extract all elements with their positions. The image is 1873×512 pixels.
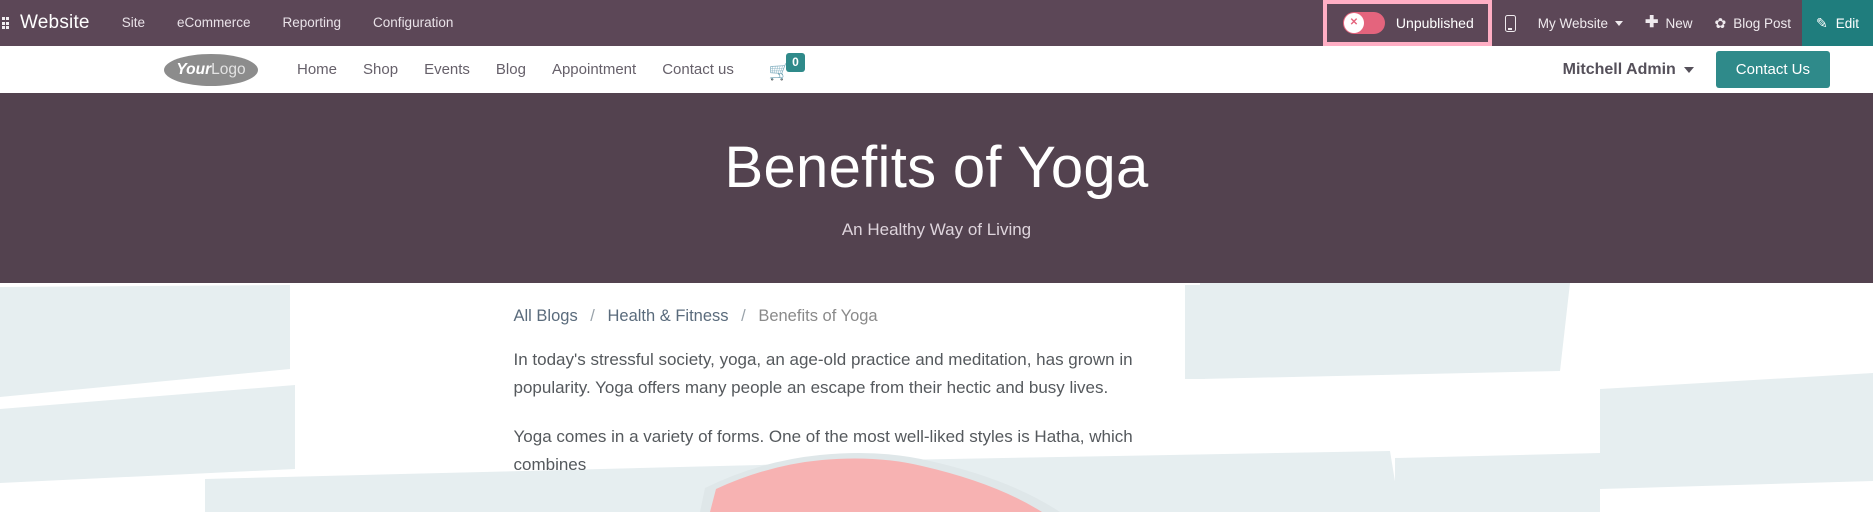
apps-grid-icon[interactable] (0, 0, 14, 46)
edit-button-label: Edit (1835, 15, 1859, 31)
logo-text-light: Logo (211, 60, 246, 78)
cart-count-badge: 0 (786, 53, 805, 73)
mobile-glyph (1504, 14, 1516, 32)
blog-post-label: Blog Post (1733, 15, 1791, 31)
blog-content-inner: All Blogs / Health & Fitness / Benefits … (502, 283, 1372, 478)
breadcrumb-separator: / (741, 307, 746, 325)
gear-icon: ✿ (1714, 15, 1727, 31)
blog-content-area: All Blogs / Health & Fitness / Benefits … (0, 283, 1873, 512)
menu-item-site[interactable]: Site (106, 0, 161, 46)
website-header-right: Mitchell Admin Contact Us (1563, 51, 1873, 88)
nav-item-home[interactable]: Home (284, 61, 350, 78)
website-header: YourLogo Home Shop Events Blog Appointme… (0, 46, 1873, 93)
mobile-phone-icon[interactable] (1494, 0, 1527, 46)
logo-text-bold: Your (176, 60, 212, 78)
new-button[interactable]: ✚ New (1634, 0, 1703, 46)
user-name-label: Mitchell Admin (1562, 60, 1676, 78)
backend-top-bar-right: Unpublished My Website ✚ New ✿ Blog Post… (1322, 0, 1873, 46)
menu-item-ecommerce[interactable]: eCommerce (161, 0, 267, 46)
user-menu[interactable]: Mitchell Admin (1563, 61, 1694, 79)
publish-state-label: Unpublished (1395, 15, 1474, 31)
breadcrumb-item-health-fitness[interactable]: Health & Fitness (607, 307, 728, 325)
breadcrumb-separator: / (590, 307, 595, 325)
plus-icon: ✚ (1645, 14, 1659, 31)
new-button-label: New (1665, 15, 1693, 31)
odoo-top-bar: Website Site eCommerce Reporting Configu… (0, 0, 1873, 46)
breadcrumb: All Blogs / Health & Fitness / Benefits … (514, 283, 1372, 326)
website-selector-label: My Website (1537, 15, 1609, 31)
publish-toggle[interactable]: Unpublished (1322, 0, 1492, 46)
chevron-down-icon (1615, 20, 1624, 26)
page-title: Benefits of Yoga (724, 135, 1149, 201)
page-subtitle: An Healthy Way of Living (841, 219, 1032, 239)
blog-paragraph-2: Yoga comes in a variety of forms. One of… (513, 427, 1133, 474)
hero-banner: Benefits of Yoga An Healthy Way of Livin… (0, 93, 1873, 283)
nav-item-appointment[interactable]: Appointment (539, 61, 649, 78)
menu-item-configuration[interactable]: Configuration (357, 0, 469, 46)
close-circle-icon[interactable] (1342, 12, 1385, 34)
breadcrumb-item-current: Benefits of Yoga (758, 307, 878, 325)
blog-paragraph-1: In today's stressful society, yoga, an a… (513, 350, 1133, 397)
edit-button[interactable]: ✎ Edit (1802, 0, 1873, 46)
nav-item-contact-us[interactable]: Contact us (649, 61, 747, 78)
menu-item-reporting[interactable]: Reporting (267, 0, 358, 46)
pencil-icon: ✎ (1816, 15, 1828, 31)
contact-us-button[interactable]: Contact Us (1715, 51, 1830, 88)
backend-menu: Site eCommerce Reporting Configuration (106, 0, 470, 46)
breadcrumb-item-all-blogs[interactable]: All Blogs (514, 307, 578, 325)
current-app-name[interactable]: Website (14, 0, 106, 46)
blog-post-button[interactable]: ✿ Blog Post (1703, 0, 1802, 46)
nav-item-events[interactable]: Events (411, 61, 483, 78)
chevron-down-icon (1683, 66, 1694, 73)
nav-item-blog[interactable]: Blog (483, 61, 539, 78)
nav-item-shop[interactable]: Shop (350, 61, 411, 78)
cart-link[interactable]: 🛒 0 (769, 53, 805, 80)
website-selector[interactable]: My Website (1527, 0, 1634, 46)
site-navigation: Home Shop Events Blog Appointment Contac… (284, 53, 805, 80)
site-logo[interactable]: YourLogo (164, 53, 258, 86)
